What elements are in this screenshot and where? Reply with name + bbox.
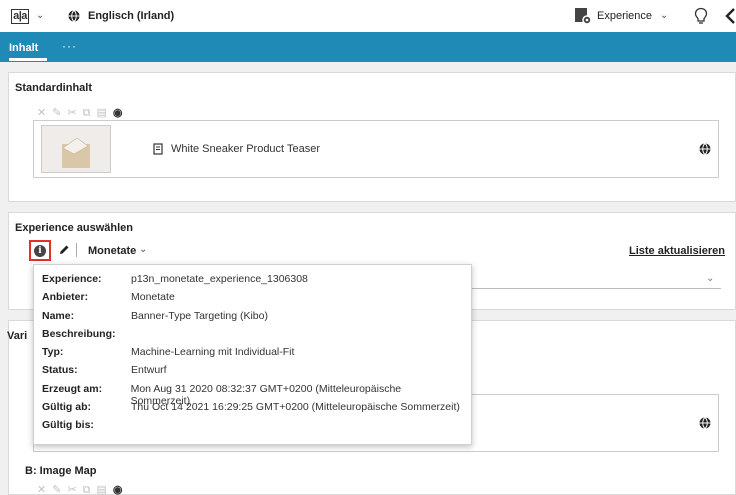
info-row: Name: Banner-Type Targeting (Kibo) — [42, 310, 462, 328]
paste-icon[interactable]: ▤ — [97, 484, 113, 495]
info-rows: Experience: p13n_monetate_experience_130… — [42, 273, 462, 438]
globe-icon — [699, 143, 711, 155]
toolbar-divider — [76, 243, 77, 257]
info-row: Gültig ab: Thu Oct 14 2021 16:29:25 GMT+… — [42, 401, 462, 419]
sneaker-thumbnail — [41, 125, 111, 173]
experience-info-popup: Experience: p13n_monetate_experience_130… — [33, 264, 472, 445]
info-row: Beschreibung: — [42, 328, 462, 346]
cut-icon[interactable]: ✂ — [67, 107, 82, 119]
info-label: Status: — [42, 364, 78, 377]
info-row: Gültig bis: — [42, 419, 462, 437]
info-value: Banner-Type Targeting (Kibo) — [131, 309, 268, 322]
info-label: Typ: — [42, 346, 64, 359]
experience-select-title: Experience auswählen — [15, 222, 133, 234]
sneaker-image-icon — [42, 126, 110, 172]
info-icon: i — [34, 245, 46, 257]
copy-icon[interactable]: ⧉ — [83, 107, 97, 119]
provider-chevron-down-icon[interactable]: ⌄ — [139, 244, 147, 255]
info-value: p13n_monetate_experience_1306308 — [131, 273, 308, 285]
site-chevron-down-icon[interactable]: ⌄ — [36, 10, 44, 21]
language-selector[interactable]: Englisch (Irland) — [88, 10, 174, 22]
standard-content-title: Standardinhalt — [15, 82, 93, 94]
site-logo-icon[interactable]: a|a — [11, 9, 29, 24]
info-label: Beschreibung: — [42, 327, 116, 340]
info-label: Erzeugt am: — [42, 382, 103, 395]
info-label: Gültig bis: — [42, 419, 94, 432]
info-value: Mon Aug 31 2020 08:32:37 GMT+0200 (Mitte… — [130, 382, 402, 407]
experience-dropdown[interactable]: Experience — [597, 10, 652, 22]
globe-icon — [699, 417, 711, 429]
copy-icon[interactable]: ⧉ — [83, 484, 97, 495]
variant-b-title: B: Image Map — [25, 465, 97, 477]
info-value: Machine-Learning mit Individual-Fit — [131, 346, 295, 359]
info-row: Typ: Machine-Learning mit Individual-Fit — [42, 346, 462, 364]
provider-dropdown[interactable]: Monetate — [88, 245, 136, 257]
paste-icon[interactable]: ▤ — [97, 107, 113, 119]
collapse-arrow-icon[interactable] — [725, 8, 736, 24]
experience-select-chevron-icon[interactable]: ⌄ — [706, 273, 714, 284]
info-row: Erzeugt am: Mon Aug 31 2020 08:32:37 GMT… — [42, 382, 462, 407]
active-tab-indicator — [9, 58, 47, 61]
info-value: Entwurf — [131, 364, 167, 377]
tab-bar: Inhalt ··· — [0, 32, 736, 62]
remove-icon[interactable]: ✕ — [37, 484, 52, 495]
standard-content-toolbar: ✕✎✂⧉▤◉ — [37, 106, 129, 120]
remove-icon[interactable]: ✕ — [37, 107, 52, 119]
info-label: Anbieter: — [42, 291, 89, 304]
info-label: Gültig ab: — [42, 401, 91, 414]
info-row: Status: Entwurf — [42, 364, 462, 382]
variant-b-toolbar: ✕✎✂⧉▤◉ — [37, 483, 129, 495]
variants-title: Vari — [7, 330, 28, 342]
teaser-title: White Sneaker Product Teaser — [171, 143, 320, 155]
info-value: Monetate — [131, 291, 175, 304]
experience-settings-icon — [575, 8, 592, 25]
preview-eye-icon[interactable]: ◉ — [113, 107, 129, 119]
standard-content-item[interactable]: White Sneaker Product Teaser — [33, 120, 719, 178]
info-value: Thu Oct 14 2021 16:29:25 GMT+0200 (Mitte… — [131, 401, 460, 414]
info-label: Name: — [42, 309, 75, 322]
experience-chevron-down-icon[interactable]: ⌄ — [660, 10, 668, 21]
standard-content-panel: Standardinhalt ✕✎✂⧉▤◉ White Sneaker Prod… — [8, 72, 736, 202]
top-bar: a|a ⌄ Englisch (Irland) Experience ⌄ — [0, 0, 736, 32]
edit-icon[interactable]: ✎ — [52, 107, 67, 119]
preview-eye-icon[interactable]: ◉ — [113, 484, 129, 495]
edit-pencil-icon[interactable] — [58, 244, 70, 256]
lightbulb-icon[interactable] — [694, 7, 708, 25]
document-icon — [153, 143, 163, 155]
info-button[interactable]: i — [29, 240, 51, 261]
info-row: Experience: p13n_monetate_experience_130… — [42, 273, 462, 291]
refresh-list-link[interactable]: Liste aktualisieren — [629, 245, 725, 257]
globe-icon — [68, 10, 80, 22]
info-row: Anbieter: Monetate — [42, 291, 462, 309]
tab-more-button[interactable]: ··· — [62, 39, 77, 53]
info-label: Experience: — [42, 273, 102, 285]
edit-icon[interactable]: ✎ — [52, 484, 67, 495]
cut-icon[interactable]: ✂ — [67, 484, 82, 495]
